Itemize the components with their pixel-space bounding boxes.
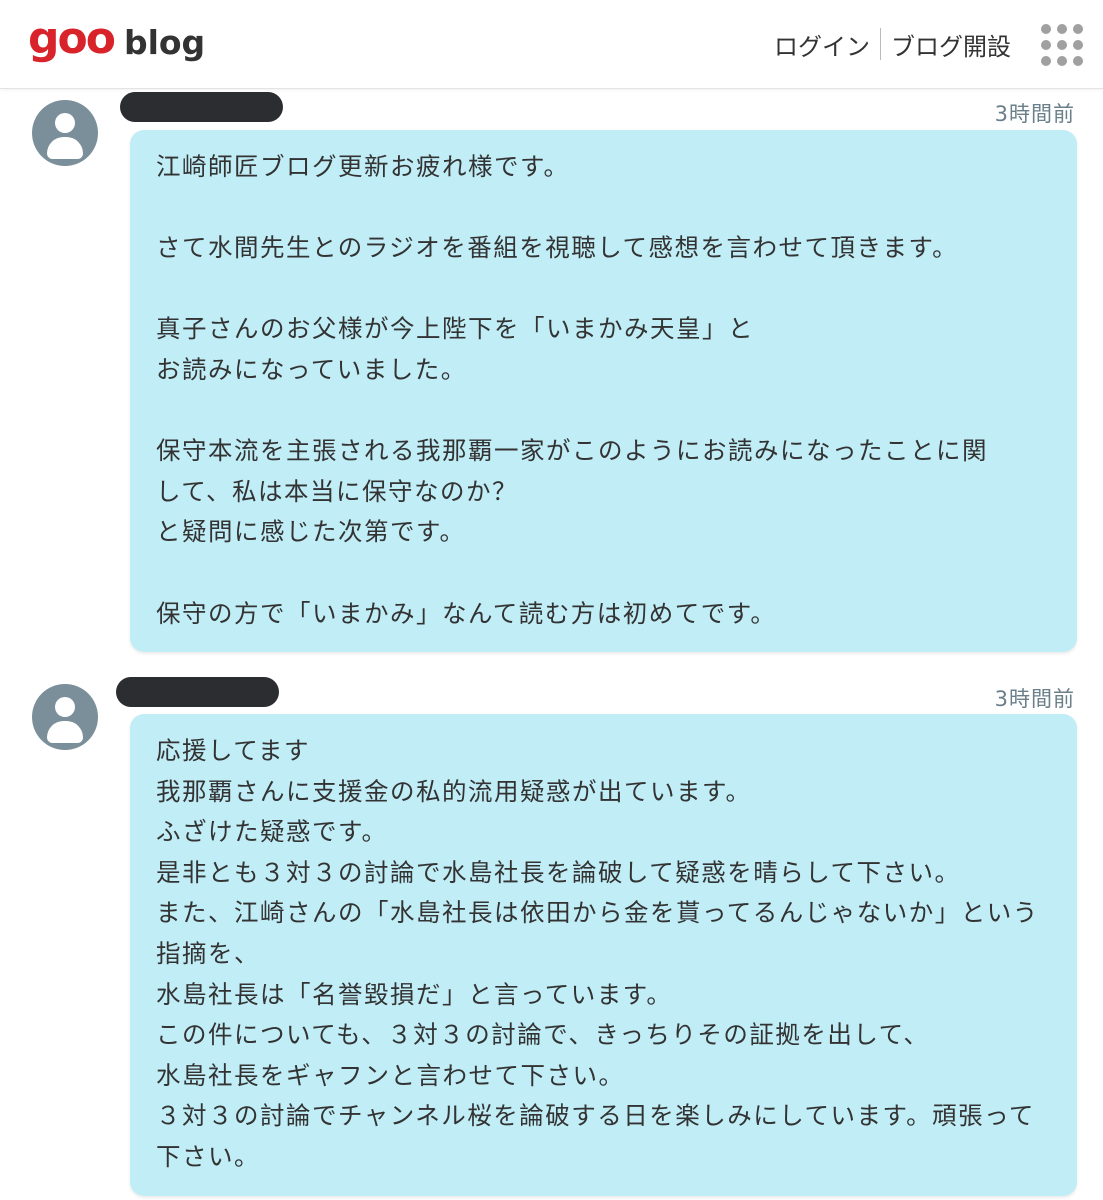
grid-menu-icon[interactable] [1041, 24, 1083, 66]
avatar-head-shape [55, 697, 75, 717]
comment-line: さて水間先生とのラジオを番組を視聴して感想を言わせて頂きます。 [156, 233, 959, 263]
logo-goo-text: goo [28, 13, 116, 64]
comment-line: と疑問に感じた次第です。 [156, 517, 466, 547]
grid-dot [1073, 24, 1083, 34]
comment-line: 真子さんのお父様が今上陛下を「いまかみ天皇」と [156, 314, 754, 344]
comment-bubble: 江崎師匠ブログ更新お疲れ様です。さて水間先生とのラジオを番組を視聴して感想を言わ… [130, 130, 1077, 652]
grid-dot [1057, 56, 1067, 66]
header-nav: ログイン ブログ開設 [764, 24, 1021, 64]
comment-line: 我那覇さんに支援金の私的流用疑惑が出ています。 [156, 776, 752, 806]
comment-line: この件についても、３対３の討論で、きっちりその証拠を出して、 [156, 1020, 930, 1050]
comment-timestamp: 3時間前 [994, 102, 1075, 126]
grid-dot [1073, 40, 1083, 50]
goo-blog-logo[interactable]: goo blog [28, 14, 205, 70]
avatar-head-shape [55, 113, 75, 133]
comment-line: 保守の方で「いまかみ」なんて読む方は初めてです。 [156, 598, 777, 628]
comment-line [156, 188, 1051, 229]
comment-line: また、江崎さんの「水島社長は依田から金を貰ってるんじゃないか」という [156, 898, 1039, 928]
comment-line: 保守本流を主張される我那覇一家がこのようにお読みになったことに関 [156, 436, 988, 466]
grid-dot [1057, 24, 1067, 34]
comment-bubble: 応援してます我那覇さんに支援金の私的流用疑惑が出ています。 ふざけた疑惑です。是非… [130, 714, 1077, 1196]
site-header: goo blog ログイン ブログ開設 [0, 0, 1103, 89]
comment-line: 応援してます [156, 736, 311, 765]
avatar-body-shape [47, 137, 83, 159]
grid-dot [1041, 56, 1051, 66]
comment-body: 応援してます我那覇さんに支援金の私的流用疑惑が出ています。 ふざけた疑惑です。是非… [156, 731, 1051, 1178]
user-avatar-icon[interactable] [32, 684, 98, 750]
redacted-author-name [116, 677, 279, 707]
comment-body: 江崎師匠ブログ更新お疲れ様です。さて水間先生とのラジオを番組を視聴して感想を言わ… [156, 147, 1051, 634]
grid-dot [1073, 56, 1083, 66]
login-link[interactable]: ログイン [764, 27, 880, 62]
comment-line: 江崎師匠ブログ更新お疲れ様です。 [156, 152, 570, 181]
comment-line [156, 391, 1051, 432]
comment-line: お読みになっていました。 [156, 354, 467, 384]
comment-line [156, 553, 1051, 594]
comment-line: 下さい。 [156, 1141, 260, 1171]
logo-blog-text: blog [123, 22, 206, 62]
grid-dot [1041, 40, 1051, 50]
comment-line: 水島社長は「名誉毀損だ」と言っています。 [156, 979, 673, 1009]
create-blog-link[interactable]: ブログ開設 [881, 27, 1021, 62]
grid-dot [1041, 24, 1051, 34]
comment-line: 水島社長をギャフンと言わせて下さい。 [156, 1060, 625, 1090]
comment-line: ふざけた疑惑です。 [156, 817, 388, 847]
comment-line: ３対３の討論でチャンネル桜を論破する日を楽しみにしています。頑張って [156, 1101, 1035, 1131]
avatar-body-shape [47, 721, 83, 743]
redacted-author-name [120, 92, 283, 122]
comment-line: して、私は本当に保守なのか？ [156, 476, 519, 506]
comment-line: 是非とも３対３の討論で水島社長を論破して疑惑を晴らして下さい。 [156, 857, 961, 887]
user-avatar-icon[interactable] [32, 100, 98, 166]
comment-timestamp: 3時間前 [994, 687, 1075, 711]
grid-dot [1057, 40, 1067, 50]
comment-line: 指摘を、 [156, 938, 260, 968]
comment-line [156, 269, 1051, 310]
